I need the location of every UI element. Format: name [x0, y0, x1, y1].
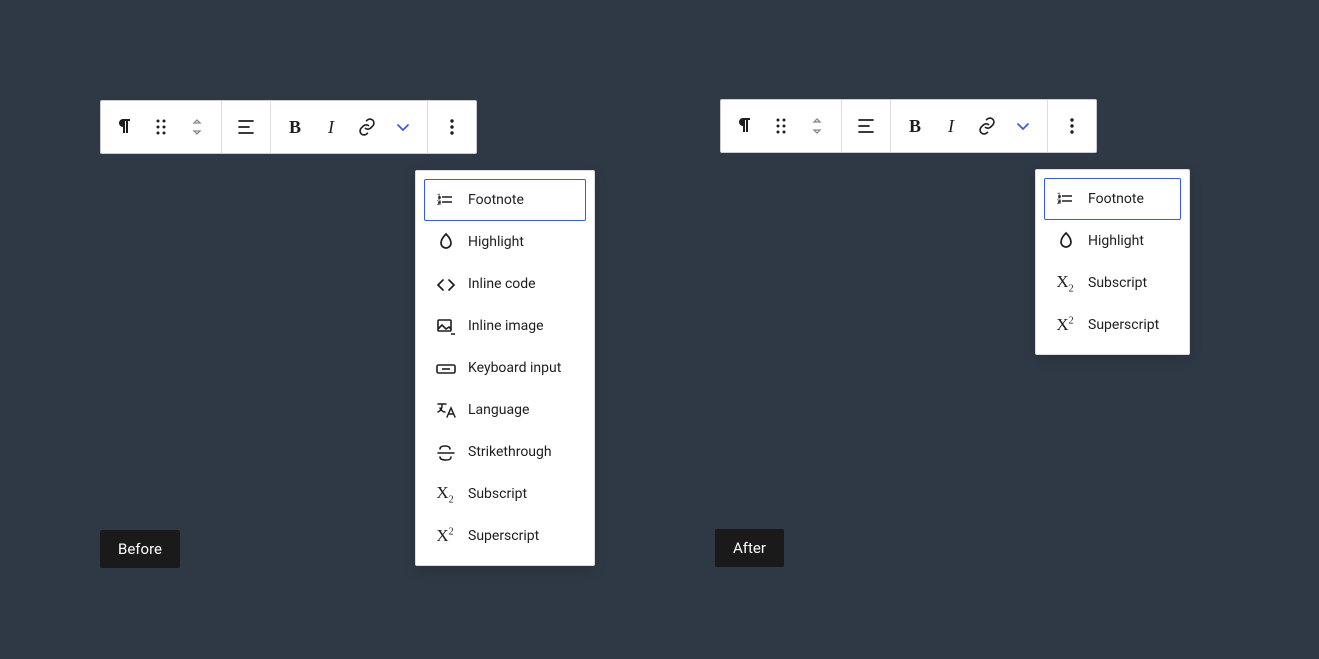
menu-item-subscript[interactable]: X2 Subscript	[424, 473, 586, 515]
menu-item-keyboard-input[interactable]: Keyboard input	[424, 347, 586, 389]
menu-label: Subscript	[468, 486, 527, 502]
menu-label: Inline code	[468, 276, 536, 292]
link-button[interactable]	[349, 109, 385, 145]
block-type-button[interactable]	[107, 109, 143, 145]
image-icon	[434, 315, 456, 337]
align-button[interactable]	[848, 108, 884, 144]
menu-label: Footnote	[1088, 191, 1144, 207]
drag-handle-icon[interactable]	[763, 108, 799, 144]
menu-label: Highlight	[468, 234, 524, 250]
menu-item-strikethrough[interactable]: Strikethrough	[424, 431, 586, 473]
menu-item-footnote[interactable]: Footnote	[424, 179, 586, 221]
options-button[interactable]	[1054, 108, 1090, 144]
move-updown-button[interactable]	[179, 109, 215, 145]
highlight-icon	[1054, 230, 1076, 252]
subscript-icon: X2	[434, 483, 456, 505]
keyboard-icon	[434, 357, 456, 379]
language-icon	[434, 399, 456, 421]
strikethrough-icon	[434, 441, 456, 463]
more-formats-dropdown-button[interactable]	[385, 109, 421, 145]
italic-button[interactable]: I	[933, 108, 969, 144]
footnote-icon	[1054, 188, 1076, 210]
menu-item-inline-image[interactable]: Inline image	[424, 305, 586, 347]
subscript-icon: X2	[1054, 272, 1076, 294]
more-formats-dropdown-button[interactable]	[1005, 108, 1041, 144]
menu-item-inline-code[interactable]: Inline code	[424, 263, 586, 305]
superscript-icon: X2	[434, 525, 456, 547]
footnote-icon	[434, 189, 456, 211]
before-badge: Before	[100, 530, 180, 568]
formats-dropdown: Footnote Highlight Inline code Inline im…	[415, 170, 595, 566]
block-type-button[interactable]	[727, 108, 763, 144]
menu-item-language[interactable]: Language	[424, 389, 586, 431]
block-toolbar: B I	[100, 100, 477, 154]
menu-label: Keyboard input	[468, 360, 561, 376]
block-toolbar: B I	[720, 99, 1097, 153]
code-icon	[434, 273, 456, 295]
align-button[interactable]	[228, 109, 264, 145]
menu-label: Highlight	[1088, 233, 1144, 249]
after-badge: After	[715, 529, 784, 567]
menu-item-subscript[interactable]: X2 Subscript	[1044, 262, 1181, 304]
superscript-icon: X2	[1054, 314, 1076, 336]
menu-label: Language	[468, 402, 529, 418]
menu-label: Subscript	[1088, 275, 1147, 291]
menu-label: Superscript	[468, 528, 539, 544]
highlight-icon	[434, 231, 456, 253]
move-updown-button[interactable]	[799, 108, 835, 144]
menu-item-footnote[interactable]: Footnote	[1044, 178, 1181, 220]
menu-item-superscript[interactable]: X2 Superscript	[1044, 304, 1181, 346]
options-button[interactable]	[434, 109, 470, 145]
drag-handle-icon[interactable]	[143, 109, 179, 145]
link-button[interactable]	[969, 108, 1005, 144]
bold-button[interactable]: B	[897, 108, 933, 144]
italic-button[interactable]: I	[313, 109, 349, 145]
menu-item-highlight[interactable]: Highlight	[424, 221, 586, 263]
menu-label: Strikethrough	[468, 444, 552, 460]
bold-button[interactable]: B	[277, 109, 313, 145]
menu-item-superscript[interactable]: X2 Superscript	[424, 515, 586, 557]
menu-item-highlight[interactable]: Highlight	[1044, 220, 1181, 262]
menu-label: Superscript	[1088, 317, 1159, 333]
formats-dropdown: Footnote Highlight X2 Subscript X2 Super…	[1035, 169, 1190, 355]
menu-label: Footnote	[468, 192, 524, 208]
menu-label: Inline image	[468, 318, 544, 334]
